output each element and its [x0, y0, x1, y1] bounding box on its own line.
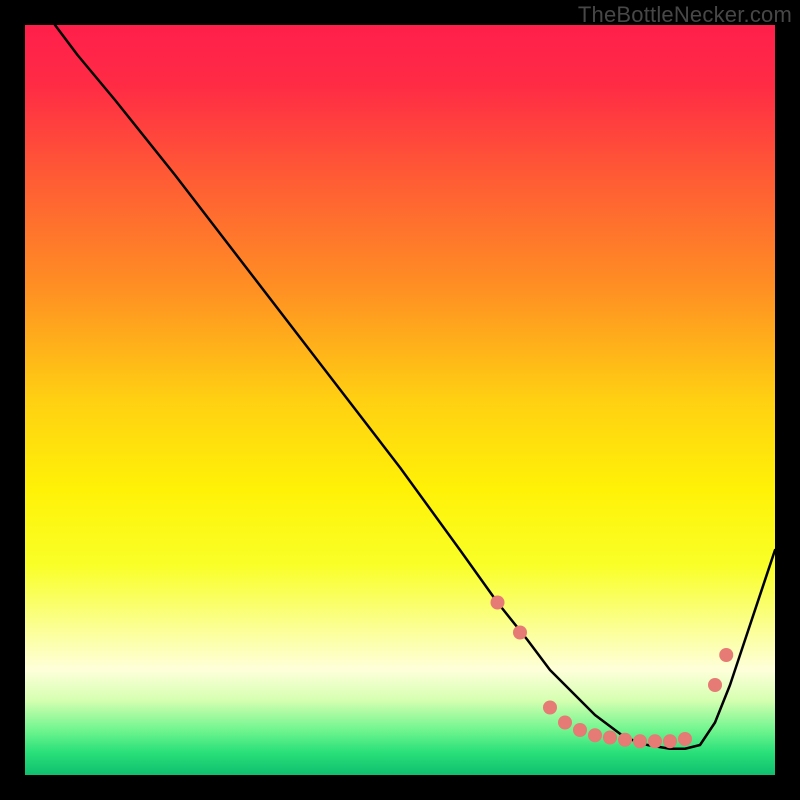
- optimum-marker: [558, 716, 572, 730]
- optimum-marker: [491, 596, 505, 610]
- optimum-marker: [513, 626, 527, 640]
- optimum-marker: [603, 731, 617, 745]
- optimum-marker: [719, 648, 733, 662]
- optimum-marker: [633, 734, 647, 748]
- optimum-marker: [573, 723, 587, 737]
- optimum-marker: [648, 734, 662, 748]
- optimum-marker: [618, 733, 632, 747]
- optimum-marker: [708, 678, 722, 692]
- optimum-marker: [663, 734, 677, 748]
- chart-frame: [25, 25, 775, 775]
- optimum-marker: [678, 732, 692, 746]
- chart-background: [25, 25, 775, 775]
- watermark: TheBottleNecker.com: [578, 2, 792, 28]
- optimum-marker: [588, 728, 602, 742]
- bottleneck-chart: [25, 25, 775, 775]
- optimum-marker: [543, 701, 557, 715]
